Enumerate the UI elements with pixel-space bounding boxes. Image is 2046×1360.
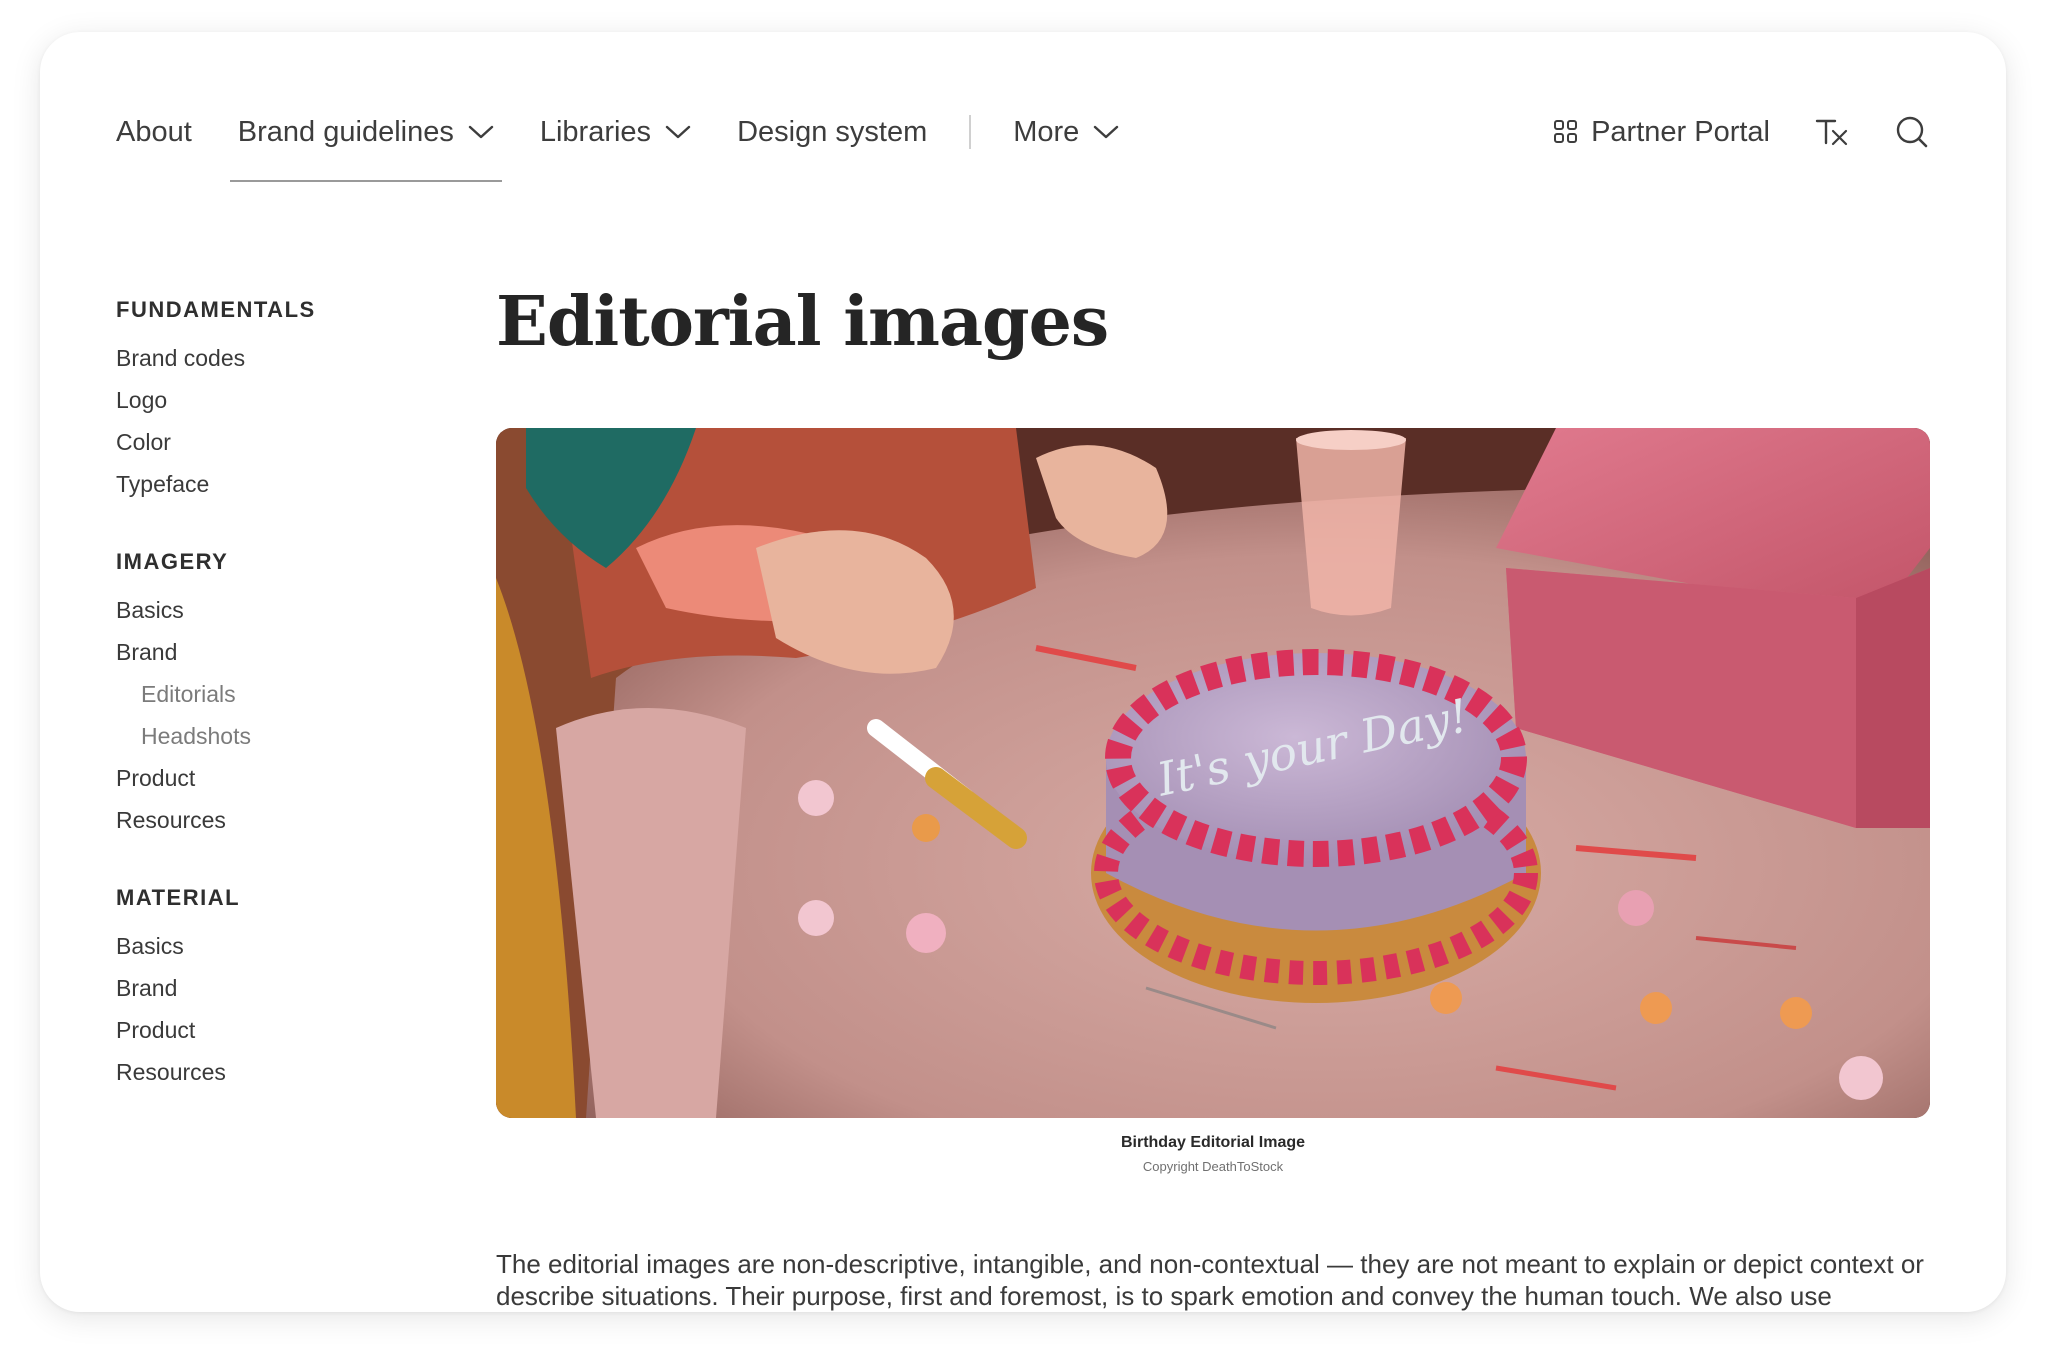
caption-title: Birthday Editorial Image (1120, 1134, 1306, 1151)
sidebar-item-resources[interactable]: Resources (116, 1051, 446, 1093)
sidebar-item-typeface[interactable]: Typeface (116, 463, 446, 505)
sidebar-item-brand-codes[interactable]: Brand codes (116, 337, 446, 379)
partner-portal-link[interactable]: Partner Portal (1553, 116, 1770, 149)
chevron-down-icon (1094, 125, 1119, 139)
nav-about[interactable]: About (116, 102, 200, 162)
nav-more[interactable]: More (1005, 102, 1127, 162)
sidebar-item-product[interactable]: Product (116, 757, 446, 799)
sidebar-group-fundamentals: FUNDAMENTALS Brand codes Logo Color Type… (116, 297, 446, 505)
sidebar-heading: MATERIAL (116, 885, 241, 910)
sidebar-item-resources[interactable]: Resources (116, 799, 446, 841)
sidebar-item-basics[interactable]: Basics (116, 589, 446, 631)
sidebar-item-brand[interactable]: Brand (116, 631, 446, 673)
body-paragraph: The editorial images are non-descriptive… (496, 1249, 1924, 1311)
sidebar-item-brand[interactable]: Brand (116, 967, 446, 1009)
sidebar-item-color[interactable]: Color (116, 421, 446, 463)
clear-format-button[interactable] (1814, 114, 1850, 150)
search-button[interactable] (1894, 114, 1930, 150)
sidebar-group-material: MATERIAL Basics Brand Product Resources (116, 885, 446, 1093)
sidebar-subitem-editorials[interactable]: Editorials (116, 673, 446, 715)
sidebar-heading: FUNDAMENTALS (116, 297, 316, 322)
nav-design-system[interactable]: Design system (729, 102, 935, 162)
nav-libraries[interactable]: Libraries (532, 102, 699, 162)
top-nav: About Brand guidelines Libraries Design … (116, 102, 1930, 192)
nav-divider (969, 115, 972, 149)
sidebar: FUNDAMENTALS Brand codes Logo Color Type… (116, 297, 446, 1137)
main-content: Editorial images It's your Day! Birthday… (496, 282, 1930, 1312)
image-caption: Birthday Editorial Image Copyright Death… (496, 1134, 1930, 1174)
page-card: About Brand guidelines Libraries Design … (40, 32, 2006, 1312)
chevron-down-icon (665, 125, 691, 139)
hero-image: It's your Day! (496, 428, 1930, 1118)
nav-brand-guidelines-label: Brand guidelines (237, 115, 454, 148)
chevron-down-icon (468, 125, 494, 139)
birthday-cake-photo: It's your Day! (496, 428, 1930, 1118)
sidebar-item-product[interactable]: Product (116, 1009, 446, 1051)
partner-portal-label: Partner Portal (1591, 115, 1770, 148)
nav-brand-guidelines[interactable]: Brand guidelines (229, 102, 502, 182)
nav-design-system-label: Design system (737, 115, 928, 148)
sidebar-item-basics[interactable]: Basics (116, 925, 446, 967)
search-icon (1896, 116, 1928, 148)
sidebar-subitem-headshots[interactable]: Headshots (116, 715, 446, 757)
grid-icon (1554, 120, 1578, 143)
nav-right: Partner Portal (1553, 102, 1930, 162)
sidebar-item-logo[interactable]: Logo (116, 379, 446, 421)
nav-more-label: More (1013, 115, 1080, 148)
nav-libraries-label: Libraries (539, 115, 652, 148)
page-title: Editorial images (496, 282, 1109, 362)
sidebar-group-imagery: IMAGERY Basics Brand Editorials Headshot… (116, 549, 446, 841)
nav-about-label: About (116, 115, 192, 148)
sidebar-heading: IMAGERY (116, 549, 229, 574)
caption-copyright: Copyright DeathToStock (1142, 1159, 1284, 1174)
clear-format-icon (1815, 119, 1848, 146)
